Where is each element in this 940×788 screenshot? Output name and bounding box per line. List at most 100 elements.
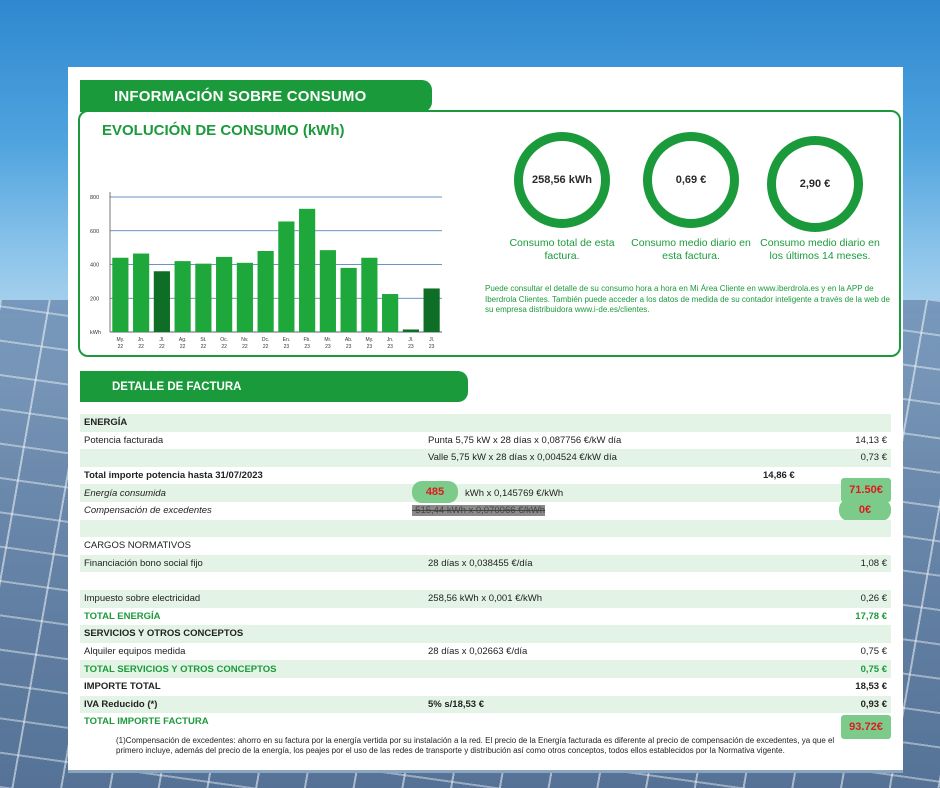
x-tick-label: Mr. [324,337,331,343]
consumed-kwh-badge: 485 [412,481,458,504]
row-label: Energía consumida [84,487,166,499]
table-row: TOTAL ENERGÍA 17,78 € [80,608,891,626]
row-label: Total importe potencia hasta 31/07/2023 [84,470,263,482]
table-row: Alquiler equipos medida 28 días x 0,0266… [80,643,891,661]
consumption-info-header: INFORMACIÓN SOBRE CONSUMO [80,80,432,112]
x-tick-label-year: 23 [387,344,393,350]
x-tick-label: Ab. [345,337,353,343]
chart-bar [382,294,399,332]
row-detail: -515,44 kWh x 0,070066 €/kWh [412,505,546,517]
total-consumption-label: Consumo total de esta factura. [509,237,615,262]
row-detail: Punta 5,75 kW x 28 días x 0,087756 €/kW … [428,434,622,446]
table-row-spacer [80,519,891,538]
daily-average-14-value: 2,90 € [799,178,831,190]
row-amount: 18,53 € [855,681,887,693]
daily-average-14-circle: 2,90 € [767,136,863,232]
x-tick-label: Fb. [304,337,311,343]
x-tick-label: My. [117,337,125,343]
x-tick-label-year: 23 [346,344,352,350]
row-label: Alquiler equipos medida [84,646,186,658]
x-tick-label-year: 23 [304,344,310,350]
chart-bar [340,267,357,332]
chart-bar [402,329,419,332]
row-amount: 1,08 € [860,558,887,570]
compensation-amount-badge: 0€ [839,498,891,521]
x-tick-label-year: 22 [138,344,144,350]
y-tick-label: 200 [90,296,99,302]
section-energy: ENERGÍA [84,417,128,429]
chart-bar [361,257,378,332]
x-tick-label-year: 23 [284,344,290,350]
consumption-note: Puede consultar el detalle de su consumo… [485,284,890,314]
section-charges: CARGOS NORMATIVOS [84,540,191,552]
y-tick-label: 600 [90,229,99,235]
table-row: ENERGÍA [80,414,891,432]
x-tick-label: Jn. [138,337,145,343]
invoice-detail-header: DETALLE DE FACTURA [80,371,468,402]
x-tick-label: Jl. [408,337,413,343]
x-tick-label-year: 22 [118,344,124,350]
consumption-bar-chart: 200400600800kWhMy.22Jn.22Jl.22Ag.22St.22… [90,192,442,350]
x-tick-label-year: 22 [180,344,186,350]
chart-bar [174,261,191,332]
x-tick-label: Jl. [159,337,164,343]
row-detail: 28 días x 0,02663 €/día [428,646,528,658]
section-services: SERVICIOS Y OTROS CONCEPTOS [84,628,244,640]
row-label: Potencia facturada [84,434,164,446]
y-tick-label: 400 [90,263,99,269]
row-label: Compensación de excedentes [84,505,212,517]
x-tick-label: Ag. [179,337,187,343]
invoice-document: INFORMACIÓN SOBRE CONSUMO EVOLUCIÓN DE C… [68,67,903,773]
chart-bar [319,250,336,332]
x-tick-label-year: 22 [242,344,248,350]
x-tick-label: Dc. [262,337,270,343]
row-label: IMPORTE TOTAL [84,681,161,693]
row-amount: 14,86 € [763,470,795,482]
daily-average-value: 0,69 € [675,174,707,186]
chart-bar [236,262,253,332]
x-tick-label-year: 22 [221,344,227,350]
row-amount: 0,75 € [860,646,887,658]
table-row: IMPORTE TOTAL 18,53 € [80,678,891,696]
table-row: Impuesto sobre electricidad 258,56 kWh x… [80,589,891,608]
row-label: TOTAL IMPORTE FACTURA [84,716,209,728]
table-row: CARGOS NORMATIVOS [80,537,891,555]
footnote: (1)Compensación de excedentes: ahorro en… [116,736,835,755]
x-tick-label-year: 22 [159,344,165,350]
chart-bar [195,263,212,332]
row-amount: 17,78 € [855,610,887,622]
chart-bar [278,221,295,332]
x-tick-label: St. [200,337,206,343]
total-consumption-value: 258,56 kWh [532,174,592,186]
x-tick-label: Nv. [241,337,248,343]
x-tick-label: En. [283,337,291,343]
x-tick-label: Oc. [220,337,228,343]
consumption-panel: EVOLUCIÓN DE CONSUMO (kWh) 200 400 600 800 k… [78,110,901,357]
chart-bar [112,257,129,332]
total-consumption-circle: 258,56 kWh [514,132,610,228]
table-row: Valle 5,75 kW x 28 días x 0,004524 €/kW … [80,449,891,467]
row-detail: 28 días x 0,038455 €/día [428,558,533,570]
table-row: TOTAL IMPORTE FACTURA 93.72€ [80,713,891,740]
chart-bar [423,288,440,332]
chart-bar [133,253,150,332]
x-tick-label: Jl. [429,337,434,343]
row-detail: 258,56 kWh x 0,001 €/kWh [428,593,543,605]
table-row: SERVICIOS Y OTROS CONCEPTOS [80,625,891,643]
row-detail: kWh x 0,145769 €/kWh [465,487,564,499]
row-label: IVA Reducido (*) [84,698,158,710]
row-detail: 5% s/18,53 € [428,698,484,710]
row-label: Impuesto sobre electricidad [84,593,201,605]
daily-average-14-label: Consumo medio diario en los últimos 14 m… [760,237,880,262]
chart-bar [299,208,316,332]
row-amount: 0,75 € [860,663,887,675]
table-row: Financiación bono social fijo 28 días x … [80,554,891,573]
table-row: Potencia facturada Punta 5,75 kW x 28 dí… [80,432,891,450]
table-row-spacer [80,572,891,590]
y-axis-label: kWh [90,330,101,336]
invoice-detail-table: ENERGÍA Potencia facturada Punta 5,75 kW… [80,414,891,740]
row-amount: 14,13 € [855,434,887,446]
chart-bar [153,271,170,332]
row-detail: Valle 5,75 kW x 28 días x 0,004524 €/kW … [428,452,617,464]
x-tick-label-year: 22 [263,344,269,350]
